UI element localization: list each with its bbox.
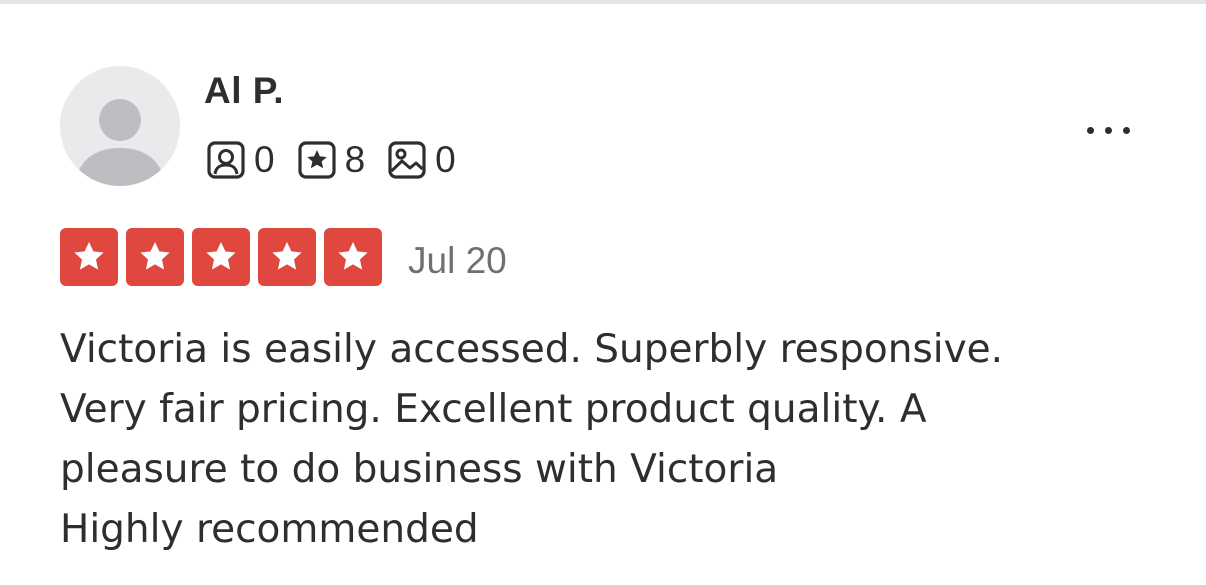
friends-count: 0 (254, 139, 275, 180)
star-4 (258, 228, 316, 286)
user-name[interactable]: Al P. (204, 70, 284, 112)
photos-count: 0 (435, 139, 456, 180)
photos-stat: 0 (387, 140, 456, 180)
friends-icon (207, 141, 245, 179)
star-icon (206, 242, 236, 270)
star-5 (324, 228, 382, 286)
review-text-line: Highly recommended (60, 507, 479, 552)
review-card: Al P. 0 8 0 Jul 20 Victoria is easily ac… (0, 4, 1206, 585)
star-2 (126, 228, 184, 286)
star-1 (60, 228, 118, 286)
star-icon (140, 242, 170, 270)
reviews-count: 8 (344, 139, 366, 180)
user-avatar[interactable] (60, 66, 180, 186)
review-date: Jul 20 (408, 240, 507, 281)
default-avatar-icon (76, 99, 164, 186)
more-options-button[interactable] (1072, 112, 1144, 148)
review-text: Victoria is easily accessed. Superbly re… (60, 320, 1180, 560)
review-text-line: Victoria is easily accessed. Superbly re… (60, 327, 1004, 372)
star-3 (192, 228, 250, 286)
review-text-line: pleasure to do business with Victoria (60, 447, 779, 492)
star-rating (60, 228, 390, 286)
star-icon (272, 242, 302, 270)
friends-stat: 0 (206, 140, 275, 180)
user-stats: 0 8 0 (206, 138, 478, 182)
reviews-stat: 8 (297, 139, 366, 180)
photos-icon (388, 141, 426, 179)
star-icon (338, 242, 368, 270)
more-options-icon (1086, 126, 1094, 134)
review-text-line: Very fair pricing. Excellent product qua… (60, 387, 927, 432)
star-icon (74, 242, 104, 270)
reviews-icon (297, 141, 336, 179)
